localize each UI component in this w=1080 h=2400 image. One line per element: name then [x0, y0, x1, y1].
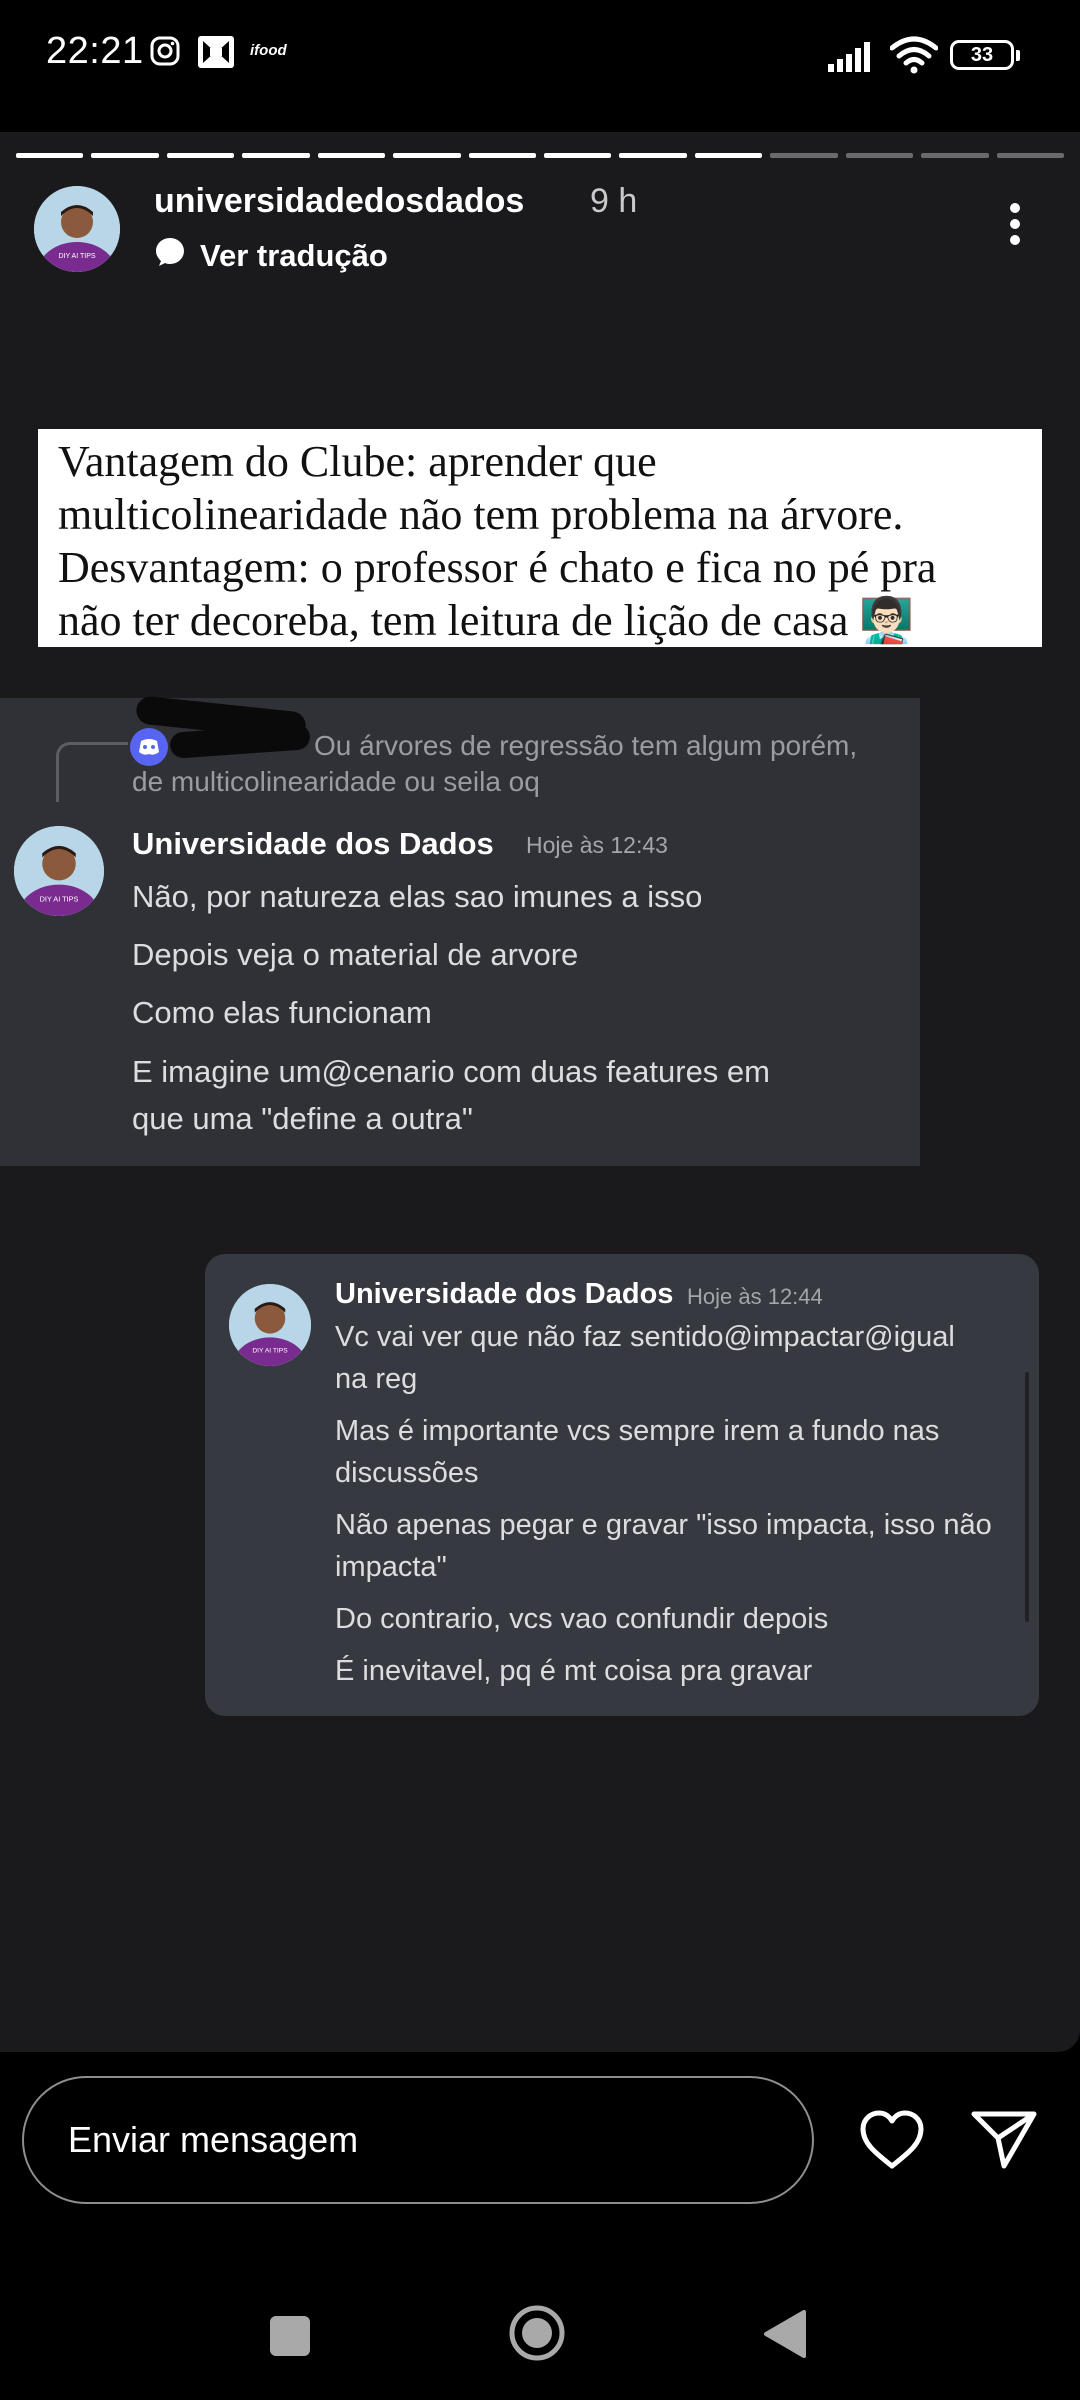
- message-line: Do contrario, vcs vao confundir depois: [335, 1603, 829, 1635]
- heart-icon[interactable]: [857, 2108, 927, 2172]
- progress-segment: [694, 153, 763, 158]
- svg-text:DIY AI TIPS: DIY AI TIPS: [40, 894, 79, 903]
- recents-button[interactable]: [270, 2316, 310, 2356]
- svg-text:DIY AI TIPS: DIY AI TIPS: [58, 253, 95, 260]
- message-line: Não, por natureza elas sao imunes a isso: [132, 879, 703, 914]
- message-timestamp: Hoje às 12:43: [526, 832, 668, 858]
- ifood-icon: ifood: [250, 42, 287, 59]
- progress-segment: [619, 153, 687, 158]
- avatar: DIY AI TIPS: [14, 826, 104, 916]
- avatar: DIY AI TIPS: [229, 1284, 311, 1366]
- translate-link[interactable]: Ver tradução: [154, 236, 388, 276]
- post-age: 9 h: [590, 182, 638, 220]
- message-author: Universidade dos Dados: [132, 826, 494, 861]
- message-line: impacta": [335, 1551, 447, 1583]
- more-options-icon[interactable]: [1000, 200, 1030, 260]
- reply-preview: de multicolinearidade ou seila oq: [132, 766, 540, 797]
- progress-segment: [921, 153, 989, 158]
- back-button[interactable]: [760, 2308, 808, 2360]
- message-line: discussões: [335, 1457, 479, 1489]
- message-line: Mas é importante vcs sempre irem a fundo…: [335, 1415, 940, 1447]
- message-timestamp: Hoje às 12:44: [687, 1284, 823, 1309]
- message-line: na reg: [335, 1363, 418, 1395]
- instagram-icon: [150, 36, 180, 71]
- progress-segment: [544, 153, 612, 158]
- home-button[interactable]: [508, 2304, 566, 2362]
- translate-icon: [154, 236, 186, 276]
- wifi-icon: [889, 36, 939, 79]
- sticker-line: Vantagem do Clube: aprender que: [58, 437, 657, 486]
- status-time: 22:21: [46, 30, 144, 72]
- message-line: Como elas funcionam: [132, 995, 432, 1030]
- progress-segment: [845, 153, 914, 158]
- discord-message-card: Ou árvores de regressão tem algum porém,…: [0, 695, 920, 1166]
- message-line: Depois veja o material de arvore: [132, 937, 579, 972]
- send-icon[interactable]: [970, 2108, 1038, 2170]
- discord-message-card: DIY AI TIPS Universidade dos Dados Hoje …: [205, 1254, 1039, 1716]
- message-line: Vc vai ver que não faz sentido@impactar@…: [335, 1321, 955, 1353]
- progress-segment: [393, 153, 461, 158]
- profile-avatar[interactable]: DIY AI TIPS: [34, 186, 120, 272]
- discord-icon: [130, 728, 168, 766]
- sticker-line: Desvantagem: o professor é chato e fica …: [58, 543, 937, 592]
- translate-label: Ver tradução: [200, 238, 388, 273]
- progress-segment: [16, 153, 84, 158]
- battery-indicator: 33: [950, 40, 1020, 70]
- progress-segment: [996, 153, 1064, 158]
- app-icon: [198, 36, 234, 73]
- sticker-line: não ter decoreba, tem leitura de lição d…: [58, 596, 915, 645]
- sticker-line: multicolinearidade não tem problema na á…: [58, 490, 904, 539]
- message-author: Universidade dos Dados: [335, 1278, 674, 1310]
- message-line: que uma "define a outra": [132, 1101, 473, 1136]
- progress-segment: [468, 153, 536, 158]
- progress-segment: [242, 153, 310, 158]
- scrollbar[interactable]: [1025, 1372, 1029, 1622]
- progress-segment: [166, 153, 235, 158]
- message-input[interactable]: Enviar mensagem: [22, 2076, 814, 2204]
- signal-icon: [828, 40, 878, 77]
- svg-text:DIY AI TIPS: DIY AI TIPS: [252, 1348, 288, 1355]
- progress-segment: [91, 153, 159, 158]
- profile-username[interactable]: universidadedosdados: [154, 182, 524, 221]
- message-line: E imagine um@cenario com duas features e…: [132, 1054, 770, 1089]
- reply-preview: Ou árvores de regressão tem algum porém,: [314, 730, 858, 761]
- story-text-sticker: Vantagem do Clube: aprender que multicol…: [38, 429, 1042, 647]
- progress-segment: [317, 153, 386, 158]
- message-line: Não apenas pegar e gravar "isso impacta,…: [335, 1509, 992, 1541]
- reply-connector: [56, 742, 128, 802]
- progress-segment: [770, 153, 838, 158]
- message-line: É inevitavel, pq é mt coisa pra gravar: [335, 1655, 813, 1687]
